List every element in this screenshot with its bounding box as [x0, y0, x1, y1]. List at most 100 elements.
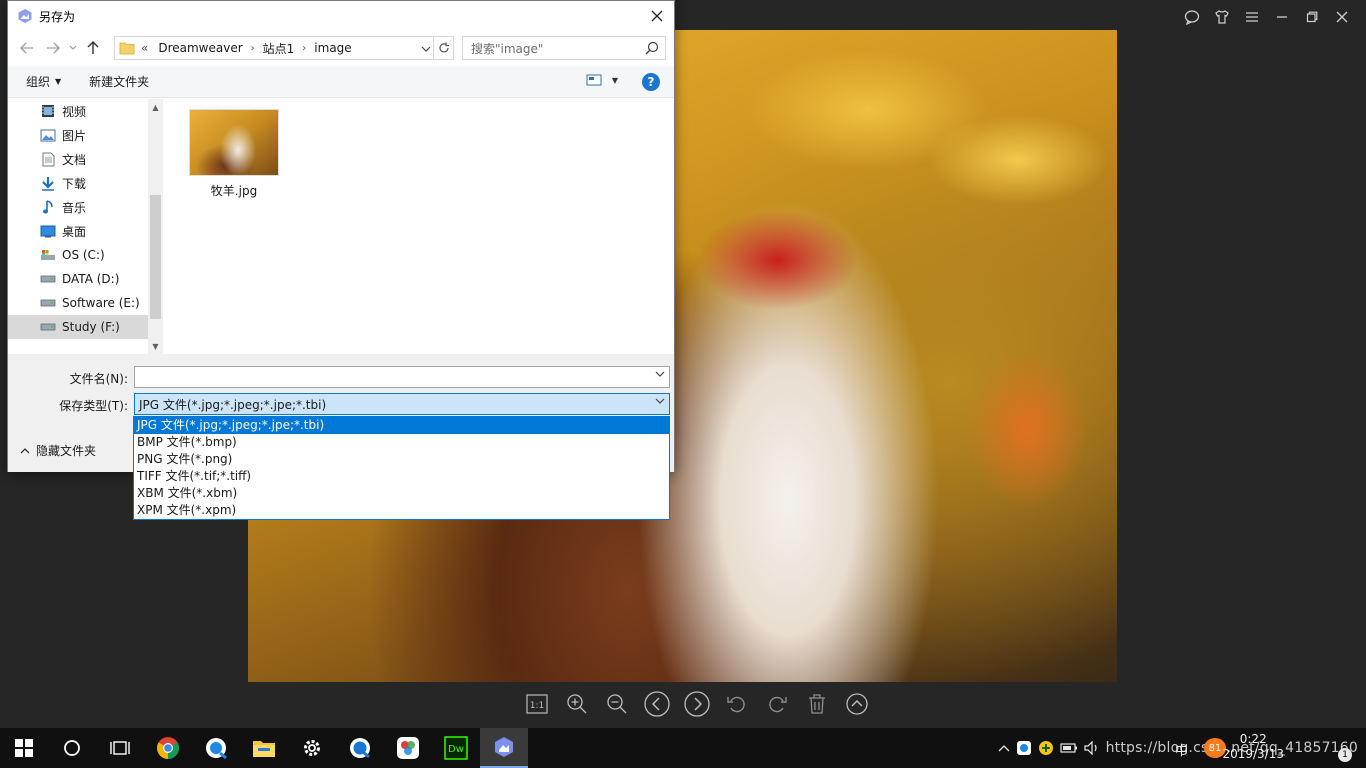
image-viewer-icon[interactable] — [480, 728, 528, 768]
download-icon — [40, 175, 56, 191]
scroll-up-icon[interactable]: ▲ — [148, 99, 163, 115]
filetype-option-png[interactable]: PNG 文件(*.png) — [134, 451, 669, 468]
filename-label: 文件名(N): — [69, 372, 128, 386]
collapse-icon[interactable] — [844, 691, 870, 717]
clock[interactable]: 0:22 2019/3/13 — [1222, 732, 1284, 762]
minimize-icon[interactable] — [1272, 7, 1292, 27]
menu-icon[interactable] — [1242, 7, 1262, 27]
nav-item-videos[interactable]: 视频 — [8, 99, 163, 123]
breadcrumb-separator-icon[interactable]: › — [251, 43, 255, 54]
dreamweaver-icon[interactable]: Dw — [432, 728, 480, 768]
rotate-left-icon[interactable] — [724, 691, 750, 717]
dialog-titlebar[interactable]: 另存为 — [8, 1, 674, 31]
nav-label: 视频 — [62, 104, 87, 119]
help-icon[interactable]: ? — [642, 73, 660, 91]
nav-item-pictures[interactable]: 图片 — [8, 123, 163, 147]
volume-icon[interactable] — [1084, 741, 1100, 755]
viewer-window-controls — [1182, 0, 1366, 34]
zoom-out-icon[interactable] — [604, 691, 630, 717]
filename-dropdown-icon[interactable] — [655, 370, 665, 380]
battery-icon[interactable] — [1060, 742, 1078, 754]
address-dropdown-icon[interactable] — [421, 41, 431, 55]
taskbar: Dw https://blog.csdn.net/qq_41857160 中 8… — [0, 728, 1366, 768]
breadcrumb-dreamweaver[interactable]: Dreamweaver — [158, 41, 242, 55]
dialog-close-button[interactable] — [640, 1, 674, 31]
chevron-up-icon[interactable] — [998, 743, 1010, 753]
nav-item-downloads[interactable]: 下载 — [8, 171, 163, 195]
actual-size-icon[interactable]: 1:1 — [524, 691, 550, 717]
view-options[interactable]: ▼ — [586, 74, 618, 86]
notification-icon[interactable]: 1 — [1338, 748, 1352, 762]
view-icon[interactable] — [586, 74, 602, 86]
tray-app-icon[interactable] — [1016, 740, 1032, 756]
drive-icon — [40, 319, 56, 335]
filetype-dropdown-icon[interactable] — [655, 397, 665, 407]
photo-app-icon[interactable] — [384, 728, 432, 768]
delete-icon[interactable] — [804, 691, 830, 717]
hide-folders-button[interactable]: 隐藏文件夹 — [20, 442, 96, 459]
skin-icon[interactable] — [1212, 7, 1232, 27]
address-bar[interactable]: « Dreamweaver › 站点1 › image — [114, 36, 454, 60]
nav-item-music[interactable]: 音乐 — [8, 195, 163, 219]
organize-button[interactable]: 组织 ▼ — [16, 66, 71, 98]
recent-chevron-icon[interactable] — [66, 35, 80, 61]
close-icon[interactable] — [1332, 7, 1352, 27]
forward-icon[interactable] — [40, 35, 66, 61]
settings-icon[interactable] — [288, 728, 336, 768]
nav-item-desktop[interactable]: 桌面 — [8, 219, 163, 243]
drive-c-icon — [40, 247, 56, 263]
restore-icon[interactable] — [1302, 7, 1322, 27]
ime-indicator[interactable]: 中 — [1175, 740, 1188, 759]
scroll-thumb[interactable] — [150, 195, 161, 319]
breadcrumb-separator-icon[interactable]: › — [302, 43, 306, 54]
file-explorer-icon[interactable] — [240, 728, 288, 768]
chrome-icon[interactable] — [144, 728, 192, 768]
search-box[interactable]: 搜索"image" — [462, 36, 666, 60]
nav-label: Study (F:) — [62, 320, 120, 334]
nav-label: DATA (D:) — [62, 272, 120, 286]
chat-icon[interactable] — [1182, 7, 1202, 27]
task-view-icon[interactable] — [96, 728, 144, 768]
browser-icon[interactable] — [192, 728, 240, 768]
nav-scrollbar[interactable]: ▲ ▼ — [148, 99, 163, 354]
edge-icon[interactable] — [336, 728, 384, 768]
back-icon[interactable] — [14, 35, 40, 61]
file-thumbnail — [189, 109, 279, 176]
start-icon[interactable] — [0, 728, 48, 768]
nav-label: 桌面 — [62, 224, 87, 239]
nav-item-drive-d[interactable]: DATA (D:) — [8, 267, 163, 291]
breadcrumb-image[interactable]: image — [314, 41, 351, 55]
breadcrumb-overflow[interactable]: « — [141, 41, 148, 55]
documents-icon — [40, 151, 56, 167]
nav-item-drive-f[interactable]: Study (F:) — [8, 315, 163, 339]
nav-item-drive-e[interactable]: Software (E:) — [8, 291, 163, 315]
view-dropdown-icon[interactable]: ▼ — [612, 76, 618, 85]
new-folder-button[interactable]: 新建文件夹 — [79, 66, 159, 98]
filetype-option-xbm[interactable]: XBM 文件(*.xbm) — [134, 485, 669, 502]
breadcrumb-site1[interactable]: 站点1 — [263, 40, 295, 57]
filetype-select[interactable]: JPG 文件(*.jpg;*.jpeg;*.jpe;*.tbi) — [134, 393, 670, 415]
tray-plus-icon[interactable] — [1038, 740, 1054, 756]
search-icon[interactable] — [645, 41, 659, 58]
nav-item-drive-c[interactable]: OS (C:) — [8, 243, 163, 267]
cortana-icon[interactable] — [48, 728, 96, 768]
file-item[interactable]: 牧羊.jpg — [188, 109, 280, 199]
nav-item-documents[interactable]: 文档 — [8, 147, 163, 171]
zoom-in-icon[interactable] — [564, 691, 590, 717]
previous-icon[interactable] — [644, 691, 670, 717]
svg-text:1:1: 1:1 — [530, 701, 544, 711]
scroll-down-icon[interactable]: ▼ — [148, 338, 163, 354]
rotate-right-icon[interactable] — [764, 691, 790, 717]
search-input[interactable]: 搜索"image" — [471, 40, 543, 57]
filetype-option-xpm[interactable]: XPM 文件(*.xpm) — [134, 502, 669, 519]
video-icon — [40, 103, 56, 119]
filetype-option-tiff[interactable]: TIFF 文件(*.tif;*.tiff) — [134, 468, 669, 485]
next-icon[interactable] — [684, 691, 710, 717]
up-icon[interactable] — [80, 35, 106, 61]
save-as-dialog: 另存为 « Dreamweaver › 站点1 › image 搜索"image… — [7, 0, 675, 472]
filetype-option-jpg[interactable]: JPG 文件(*.jpg;*.jpeg;*.jpe;*.tbi) — [134, 417, 669, 434]
system-tray: https://blog.csdn.net/qq_41857160 中 81 1… — [998, 728, 1366, 768]
refresh-icon[interactable] — [433, 37, 453, 59]
filetype-option-bmp[interactable]: BMP 文件(*.bmp) — [134, 434, 669, 451]
filename-field[interactable] — [134, 366, 670, 388]
